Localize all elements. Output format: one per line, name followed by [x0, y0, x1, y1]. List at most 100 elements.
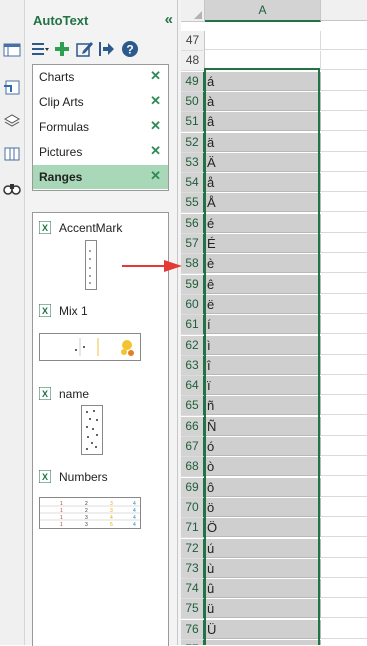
- row-header[interactable]: 66: [181, 416, 205, 437]
- cell-a[interactable]: ï: [205, 376, 321, 396]
- cell-b[interactable]: [321, 72, 367, 91]
- cell-a[interactable]: ì: [205, 335, 321, 355]
- help-icon[interactable]: ?: [121, 40, 139, 58]
- cell-a[interactable]: Ñ: [205, 416, 321, 436]
- row-header[interactable]: 53: [181, 152, 205, 173]
- cell-b[interactable]: [321, 193, 367, 213]
- cell-a[interactable]: Ü: [205, 619, 321, 639]
- cell-b[interactable]: [321, 315, 367, 335]
- row-header[interactable]: 65: [181, 396, 205, 417]
- name-thumbnail[interactable]: [81, 405, 103, 455]
- cell-a[interactable]: ú: [205, 538, 321, 558]
- row-header[interactable]: 61: [181, 315, 205, 336]
- cell-a[interactable]: ÿ: [205, 640, 321, 645]
- cell-b[interactable]: [321, 336, 367, 355]
- cell-a[interactable]: [205, 31, 321, 50]
- column-header-b[interactable]: B: [321, 0, 367, 21]
- cell-b[interactable]: [321, 498, 367, 517]
- cell-a[interactable]: Ä: [205, 152, 321, 172]
- row-header[interactable]: 59: [181, 274, 205, 295]
- row-header[interactable]: 68: [181, 457, 205, 478]
- cell-a[interactable]: ô: [205, 477, 321, 497]
- edit-icon[interactable]: [75, 40, 93, 58]
- category-item[interactable]: Charts ✕: [33, 65, 168, 89]
- cell-b[interactable]: [321, 295, 367, 314]
- cell-b[interactable]: [321, 153, 367, 172]
- cell-b[interactable]: [321, 254, 367, 274]
- accentmark-thumbnail[interactable]: [85, 240, 97, 290]
- cell-b[interactable]: [321, 620, 367, 639]
- row-header[interactable]: 74: [181, 579, 205, 600]
- row-header[interactable]: 69: [181, 477, 205, 498]
- row-header[interactable]: 64: [181, 376, 205, 397]
- category-item[interactable]: Clip Arts ✕: [33, 90, 168, 114]
- cell-b[interactable]: [321, 31, 367, 50]
- resource-icon[interactable]: [3, 80, 21, 96]
- cell-a[interactable]: í: [205, 315, 321, 335]
- cell-b[interactable]: [321, 133, 367, 152]
- cell-a[interactable]: ò: [205, 457, 321, 477]
- cell-b[interactable]: [321, 356, 367, 375]
- category-item[interactable]: Ranges ✕: [33, 165, 168, 189]
- row-header[interactable]: 56: [181, 213, 205, 234]
- row-header[interactable]: 54: [181, 173, 205, 194]
- column-header-a[interactable]: A: [205, 0, 321, 22]
- remove-category-icon[interactable]: ✕: [150, 118, 161, 134]
- row-header[interactable]: 62: [181, 335, 205, 356]
- mix-1-thumbnail[interactable]: [39, 333, 141, 361]
- row-header[interactable]: 55: [181, 193, 205, 214]
- numbers-thumbnail[interactable]: 1111 2233 3345 4444: [39, 497, 141, 529]
- cell-a[interactable]: É: [205, 234, 321, 253]
- row-header[interactable]: 72: [181, 538, 205, 559]
- remove-category-icon[interactable]: ✕: [150, 93, 161, 109]
- cell-b[interactable]: [321, 275, 367, 294]
- cell-b[interactable]: [321, 518, 367, 538]
- row-header[interactable]: 58: [181, 254, 205, 275]
- insert-icon[interactable]: [97, 40, 115, 58]
- row-header[interactable]: 48: [181, 51, 205, 72]
- remove-category-icon[interactable]: ✕: [150, 168, 161, 184]
- row-header[interactable]: 76: [181, 619, 205, 640]
- cell-b[interactable]: [321, 640, 367, 645]
- cell-b[interactable]: [321, 559, 367, 578]
- cell-a[interactable]: ä: [205, 132, 321, 152]
- entry-numbers[interactable]: X Numbers: [39, 470, 159, 486]
- cell-b[interactable]: [321, 376, 367, 396]
- autotext-icon[interactable]: [3, 42, 21, 58]
- collapse-panel-button[interactable]: «: [165, 11, 173, 28]
- row-header[interactable]: 63: [181, 355, 205, 376]
- row-header[interactable]: 51: [181, 112, 205, 133]
- cell-a[interactable]: è: [205, 254, 321, 274]
- cell-b[interactable]: [321, 396, 367, 416]
- cell-b[interactable]: [321, 599, 367, 619]
- remove-category-icon[interactable]: ✕: [150, 143, 161, 159]
- cell-a[interactable]: ñ: [205, 396, 321, 416]
- cell-a[interactable]: á: [205, 71, 321, 91]
- row-header[interactable]: 70: [181, 497, 205, 518]
- row-header[interactable]: 77: [181, 640, 205, 645]
- row-header[interactable]: 49: [181, 71, 205, 92]
- cell-b[interactable]: [321, 437, 367, 456]
- cell-a[interactable]: ë: [205, 294, 321, 314]
- cell-b[interactable]: [321, 214, 367, 233]
- cell-a[interactable]: é: [205, 213, 321, 233]
- row-header[interactable]: 57: [181, 234, 205, 254]
- row-header[interactable]: 75: [181, 599, 205, 620]
- cell-a[interactable]: Å: [205, 193, 321, 213]
- cell-a[interactable]: ê: [205, 274, 321, 294]
- category-item[interactable]: Pictures ✕: [33, 140, 168, 164]
- row-header[interactable]: 52: [181, 132, 205, 153]
- cell-a[interactable]: î: [205, 355, 321, 375]
- cell-a[interactable]: ó: [205, 437, 321, 456]
- cell-b[interactable]: [321, 457, 367, 477]
- cell-b[interactable]: [321, 173, 367, 193]
- cell-a[interactable]: à: [205, 91, 321, 111]
- cell-b[interactable]: [321, 92, 367, 111]
- remove-category-icon[interactable]: ✕: [150, 68, 161, 84]
- cell-b[interactable]: [321, 539, 367, 558]
- row-header[interactable]: 50: [181, 91, 205, 112]
- cell-b[interactable]: [321, 478, 367, 497]
- cell-b[interactable]: [321, 51, 367, 71]
- binoculars-icon[interactable]: [3, 180, 21, 196]
- row-header[interactable]: 71: [181, 518, 205, 539]
